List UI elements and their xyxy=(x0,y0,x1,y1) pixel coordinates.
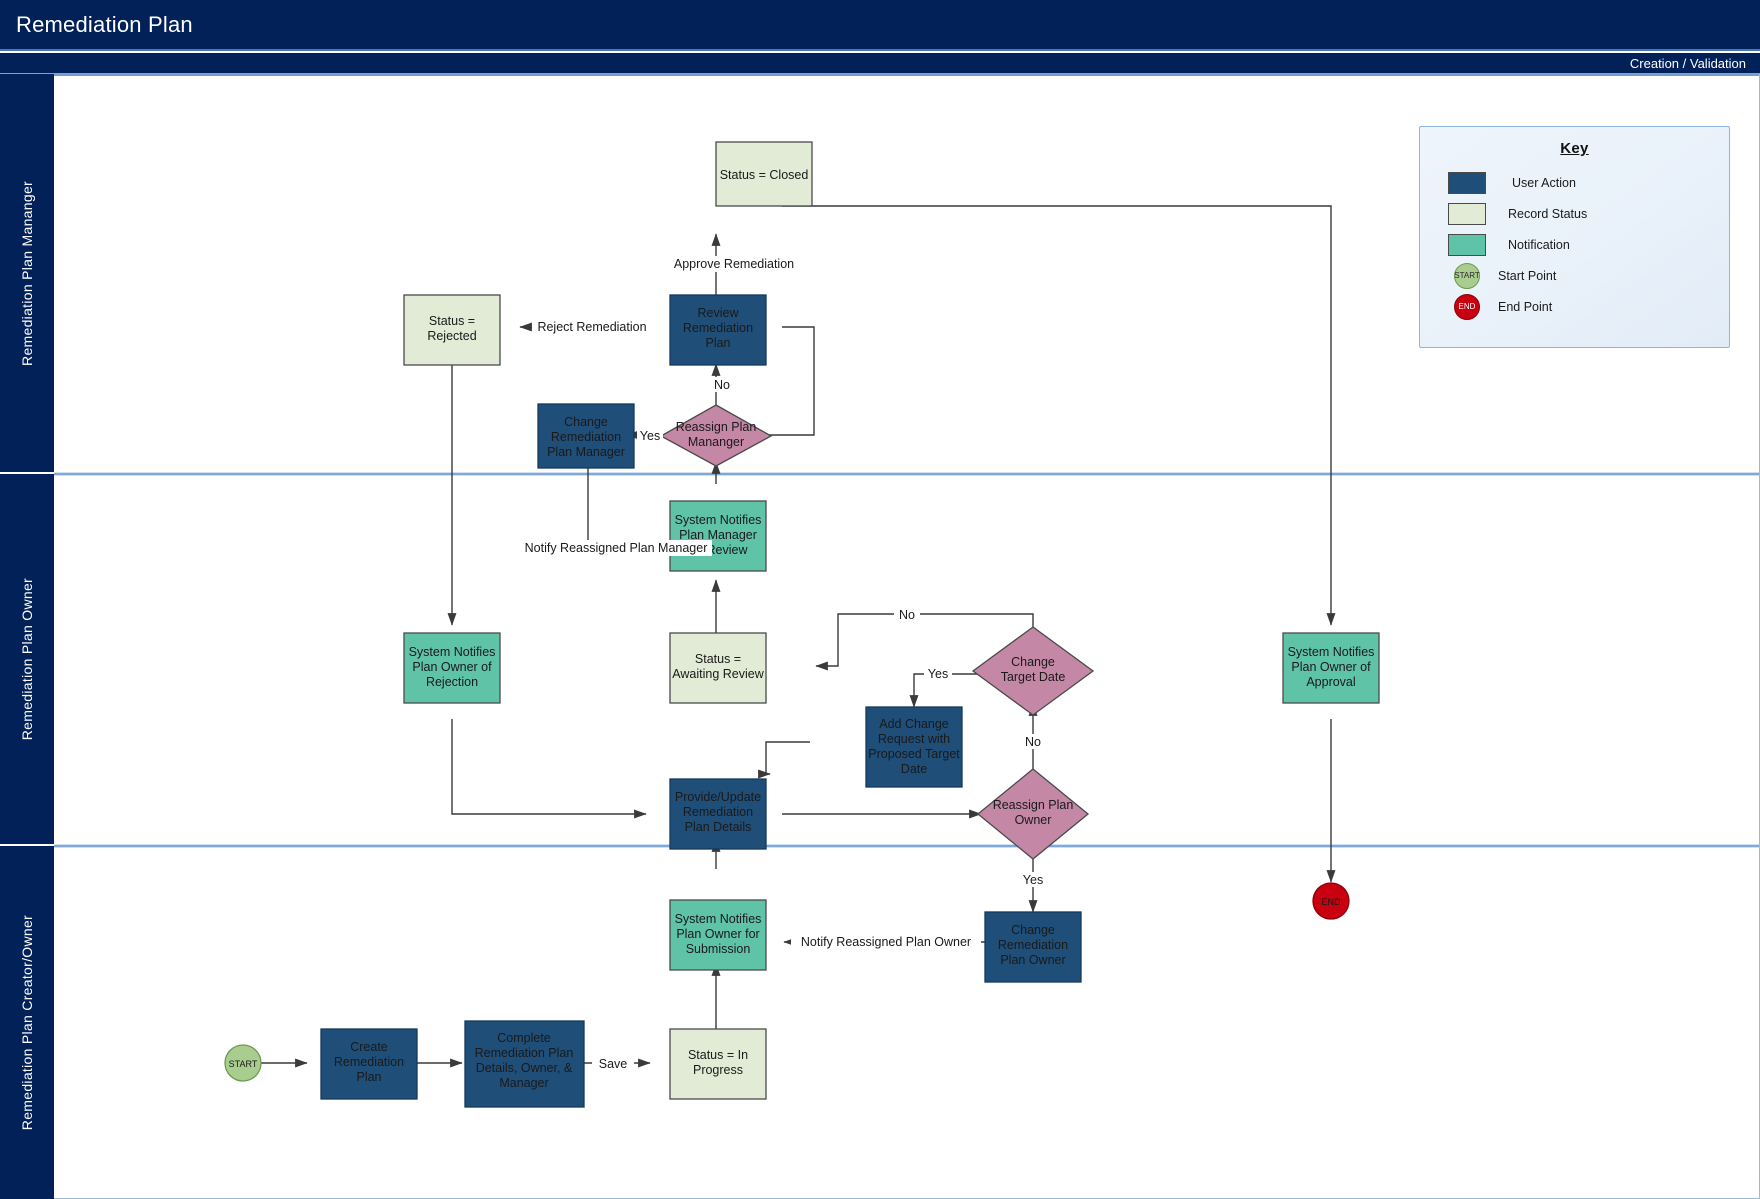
node-add-change-request[interactable]: Add Change Request with Proposed Target Dat… xyxy=(865,706,963,788)
edge-notify-reject-to-provide xyxy=(451,719,647,819)
user-action-swatch-icon xyxy=(1448,171,1486,194)
node-label-status-closed: Status = Closed xyxy=(720,168,809,182)
swimlane-header-creator: Remediation Plan Creator/Owner xyxy=(0,846,54,1199)
start-circle-text: START xyxy=(1454,271,1480,280)
edge-change-request-to-provide xyxy=(758,741,810,779)
edge-label-manager-yes: Yes xyxy=(640,429,660,443)
node-status-in-progress[interactable]: Status = In Progress xyxy=(669,1028,767,1100)
node-provide-update-plan-details[interactable]: Provide/Update Remediation Plan Details xyxy=(669,778,767,850)
node-change-target-date[interactable]: Change Target Date xyxy=(971,626,1095,716)
phase-label: Creation / Validation xyxy=(1629,55,1746,71)
node-notify-owner-submission[interactable]: System Notifies Plan Owner for Submission xyxy=(669,899,767,971)
phase-bar: Creation / Validation xyxy=(0,53,1760,74)
node-notify-owner-rejection[interactable]: System Notifies Plan Owner of Rejection xyxy=(403,632,501,704)
start-point-circle-icon: START xyxy=(1454,262,1480,289)
node-start-point[interactable]: START xyxy=(224,1044,262,1082)
key-row-start-point: START Start Point xyxy=(1420,260,1729,291)
key-row-record-status: Record Status xyxy=(1420,198,1729,229)
key-row-end-point: END End Point xyxy=(1420,291,1729,322)
node-end-point[interactable]: END xyxy=(1312,882,1350,920)
key-title: Key xyxy=(1560,140,1589,157)
swimlane-header-manager: Remediation Plan Mananger xyxy=(0,74,54,474)
edge-label-owner-yes: Yes xyxy=(1023,873,1043,887)
swimlane-label-owner: Remediation Plan Owner xyxy=(19,577,35,741)
edge-label-target-no-top: No xyxy=(899,608,915,622)
key-row-notification: Notification xyxy=(1420,229,1729,260)
node-notify-manager-review[interactable]: System Notifies Plan Manager for Review xyxy=(669,500,767,572)
node-complete-plan[interactable]: Complete Remediation Plan Details, Owner, … xyxy=(464,1020,585,1108)
swimlane-header-column: Remediation Plan Mananger Remediation Pl… xyxy=(0,74,54,1199)
edge-label-approve-remediation: Approve Remediation xyxy=(674,257,794,271)
title-bar: Remediation Plan xyxy=(0,0,1760,51)
swimlane-header-owner: Remediation Plan Owner xyxy=(0,474,54,846)
node-status-closed[interactable]: Status = Closed xyxy=(715,141,813,207)
node-reassign-plan-manager[interactable]: Reassign Plan Mananger xyxy=(659,404,773,467)
end-point-circle-icon: END xyxy=(1454,293,1480,320)
key-label-notification: Notification xyxy=(1508,237,1570,252)
edge-closed-to-notify-approval xyxy=(782,205,1336,626)
key-label-user-action: User Action xyxy=(1512,175,1576,190)
node-notify-owner-approval[interactable]: System Notifies Plan Owner of Approval xyxy=(1282,632,1380,704)
diagram-canvas: Status = Closed Status = Rejected Review R… xyxy=(54,74,1760,1199)
node-label-provide-update: Provide/Update Remediation Plan Details xyxy=(675,790,761,834)
node-status-rejected[interactable]: Status = Rejected xyxy=(403,294,501,366)
node-change-plan-owner[interactable]: Change Remediation Plan Owner xyxy=(984,911,1082,983)
edge-label-manager-no: No xyxy=(714,378,730,392)
record-status-swatch-icon xyxy=(1448,202,1486,225)
node-label-end-point: END xyxy=(1321,897,1341,907)
page-title: Remediation Plan xyxy=(16,11,193,37)
node-status-awaiting-review[interactable]: Status = Awaiting Review xyxy=(669,632,767,704)
key-legend: Key User Action Record Status Notificati… xyxy=(1419,126,1730,348)
edge-label-notify-reassigned-owner: Notify Reassigned Plan Owner xyxy=(801,935,971,949)
key-label-start-point: Start Point xyxy=(1498,268,1557,283)
node-change-plan-manager[interactable]: Change Remediation Plan Manager xyxy=(537,403,635,469)
key-label-end-point: End Point xyxy=(1498,299,1553,314)
swimlane-label-creator: Remediation Plan Creator/Owner xyxy=(19,914,35,1131)
node-label-status-rejected: Status = Rejected xyxy=(427,314,476,343)
edge-label-notify-reassigned-manager: Notify Reassigned Plan Manager xyxy=(525,541,708,555)
node-reassign-plan-owner[interactable]: Reassign Plan Owner xyxy=(976,768,1090,860)
edge-label-group: Approve Remediation Reject Remediation N… xyxy=(522,256,1046,1071)
key-rows: User Action Record Status Notification S… xyxy=(1420,167,1729,322)
node-label-start-point: START xyxy=(229,1059,258,1069)
key-row-user-action: User Action xyxy=(1420,167,1729,198)
node-review-remediation-plan[interactable]: Review Remediation Plan xyxy=(669,294,767,366)
edge-label-reject-remediation: Reject Remediation xyxy=(537,320,646,334)
diagram-root: Remediation Plan Creation / Validation R… xyxy=(0,0,1760,1199)
edge-label-target-yes: Yes xyxy=(928,667,948,681)
swimlane-label-manager: Remediation Plan Mananger xyxy=(19,180,35,366)
node-label-status-in-progress: Status = In Progress xyxy=(688,1048,748,1077)
key-label-record-status: Record Status xyxy=(1508,206,1588,221)
node-label-notify-owner-submission: System Notifies Plan Owner for Submission xyxy=(675,912,762,956)
node-create-plan[interactable]: Create Remediation Plan xyxy=(320,1028,418,1100)
edge-label-target-no-bottom: No xyxy=(1025,735,1041,749)
notification-swatch-icon xyxy=(1448,233,1486,256)
end-circle-text: END xyxy=(1458,302,1476,311)
edge-label-save: Save xyxy=(599,1057,628,1071)
